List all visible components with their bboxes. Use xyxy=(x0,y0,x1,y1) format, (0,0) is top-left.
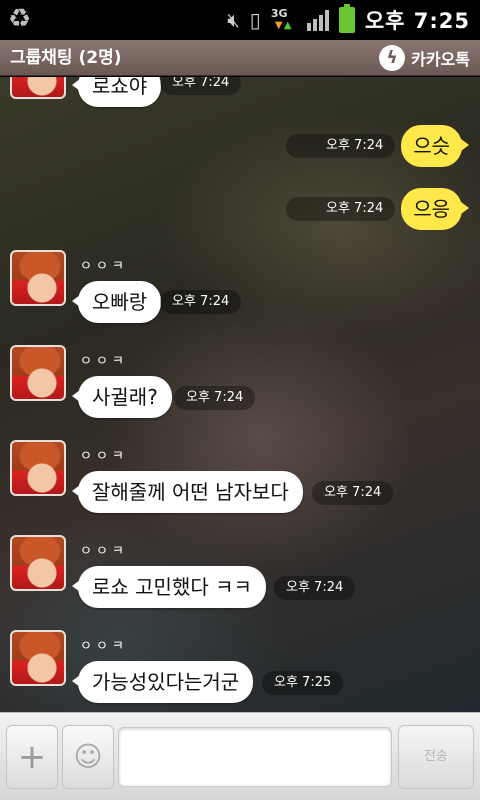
sender-avatar[interactable] xyxy=(10,630,66,686)
vibrate-icon: ▯ xyxy=(249,8,261,32)
received-message-bubble[interactable]: 로쇼야 xyxy=(71,77,162,107)
message-timestamp: 오후 7:24 xyxy=(160,77,242,95)
chat-title[interactable]: 그룹채팅 (2명) xyxy=(10,40,122,76)
download-arrow-icon: ▼ xyxy=(274,20,283,31)
upload-arrow-icon: ▲ xyxy=(283,20,292,31)
sender-avatar[interactable] xyxy=(10,250,66,306)
message-input-bar: + ☺ 전송 xyxy=(0,712,480,800)
message-timestamp: 오후 7:24 xyxy=(274,576,356,600)
sender-avatar[interactable] xyxy=(10,440,66,496)
message-timestamp: 오후 7:24 xyxy=(160,290,242,314)
status-icons: 🔇︎ ▯ 3G ▼ ▲ 오후 7:25 xyxy=(227,0,470,40)
send-button[interactable]: 전송 xyxy=(398,725,474,789)
signal-icon xyxy=(306,9,329,31)
chat-message-list[interactable]: 로쇼야 오후 7:24 오후 7:24 으슷 오후 7:24 으응 ㅇㅇㅋ 오빠… xyxy=(0,77,480,712)
kakao-lightning-icon: ϟ xyxy=(379,45,406,71)
emoticon-button[interactable]: ☺ xyxy=(62,725,114,789)
message-timestamp: 오후 7:25 xyxy=(262,671,344,695)
recycle-icon: ♻ xyxy=(8,4,32,34)
sender-name: ㅇㅇㅋ xyxy=(80,259,128,274)
sender-avatar[interactable] xyxy=(10,77,66,99)
received-message-bubble[interactable]: 잘해줄께 어떤 남자보다 xyxy=(72,471,303,513)
received-message-bubble[interactable]: 로쇼 고민했다 ㅋㅋ xyxy=(72,566,266,608)
mute-icon: 🔇︎ xyxy=(227,8,240,32)
attach-plus-button[interactable]: + xyxy=(6,725,58,789)
received-message-bubble[interactable]: 오빠랑 xyxy=(71,281,162,323)
received-message-bubble[interactable]: 사귈래? xyxy=(72,376,172,418)
network-3g-icon: 3G ▼ ▲ xyxy=(271,5,297,35)
emoticon-icon: ☺ xyxy=(73,740,103,773)
kakaotalk-brand[interactable]: ϟ 카카오톡 xyxy=(379,40,470,76)
sender-avatar[interactable] xyxy=(10,535,66,591)
message-timestamp: 오후 7:24 xyxy=(174,386,256,410)
battery-icon xyxy=(338,4,355,33)
sender-name: ㅇㅇㅋ xyxy=(80,639,128,654)
sender-name: ㅇㅇㅋ xyxy=(80,354,128,369)
sender-name: ㅇㅇㅋ xyxy=(80,544,128,559)
chat-header: 그룹채팅 (2명) ϟ 카카오톡 xyxy=(0,40,480,76)
sender-avatar[interactable] xyxy=(10,345,66,401)
clock: 오후 7:25 xyxy=(364,9,470,33)
status-bar: ♻ 🔇︎ ▯ 3G ▼ ▲ 오후 7:25 xyxy=(0,0,480,40)
network-type-label: 3G xyxy=(270,7,288,20)
message-timestamp: 오후 7:24 xyxy=(286,197,396,221)
received-message-bubble[interactable]: 가능성있다는거군 xyxy=(71,661,254,703)
message-timestamp: 오후 7:24 xyxy=(312,481,394,505)
brand-name: 카카오톡 xyxy=(411,50,470,69)
sender-name: ㅇㅇㅋ xyxy=(80,449,128,464)
message-timestamp: 오후 7:24 xyxy=(286,134,396,158)
message-input[interactable] xyxy=(118,727,392,787)
sent-message-bubble[interactable]: 으응 xyxy=(401,188,469,230)
sent-message-bubble[interactable]: 으슷 xyxy=(401,125,469,167)
